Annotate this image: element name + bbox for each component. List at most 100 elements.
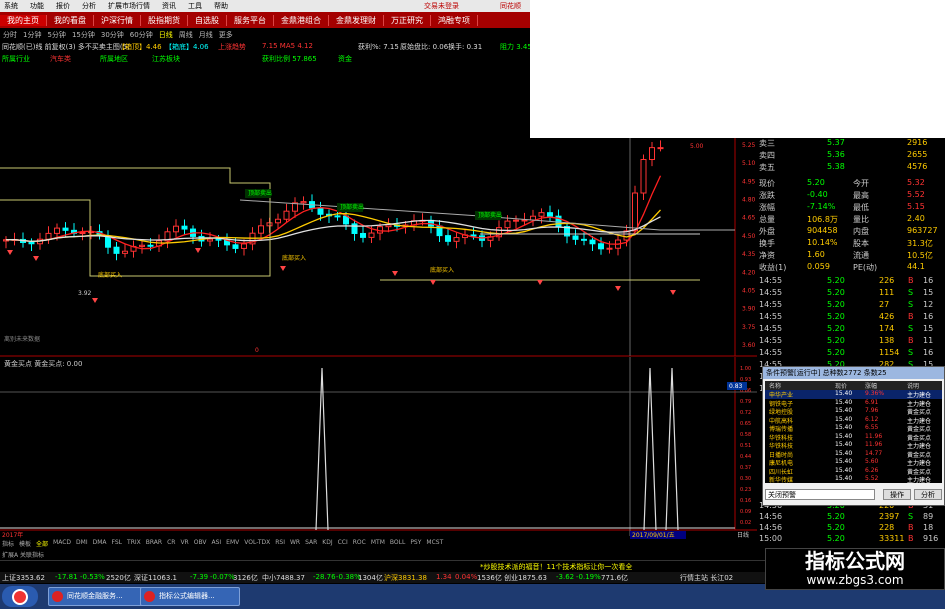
nav-tab-9[interactable]: 鸿融专项 — [431, 14, 478, 26]
y-tick-label: 4.35 — [742, 251, 756, 258]
nav-tab-5[interactable]: 服务平台 — [227, 14, 274, 26]
indicator-tab-22[interactable]: BOLL — [390, 539, 405, 550]
sz-index[interactable]: 深证11063.1 — [134, 573, 177, 583]
indicator-tab-9[interactable]: CR — [167, 539, 175, 550]
indicator-tab-20[interactable]: ROC — [353, 539, 366, 550]
login-status[interactable]: 交易未登录 — [424, 1, 459, 11]
indicator-tab-8[interactable]: BRAR — [146, 539, 162, 550]
period-tab-7[interactable]: 周线 — [179, 30, 193, 41]
indicator-tab-4[interactable]: DMI — [76, 539, 88, 550]
gold-buy-indicator-chart: 黄金买点 黄金买点: 0.001.000.930.860.790.720.650… — [0, 357, 757, 539]
tick-side: S — [908, 288, 914, 297]
sub-y-tick: 0.02 — [740, 520, 751, 526]
candle-body — [62, 227, 69, 231]
indicator-tab-7[interactable]: TRIX — [127, 539, 141, 550]
tick-time: 14:55 — [759, 288, 783, 297]
operate-button[interactable]: 操作 — [883, 489, 911, 500]
alert-row[interactable]: 新华传媒 15.40 5.52 主力建仓 — [765, 475, 942, 484]
cy-change: -3.62 — [556, 573, 575, 581]
menu-item-2[interactable]: 报价 — [56, 1, 70, 11]
candle-body — [547, 212, 553, 217]
candle-body — [649, 147, 655, 161]
sub-tab-bar[interactable]: 扩展A 关联指标 — [0, 550, 757, 559]
ticker-message[interactable]: *炒股技术派的福音！11个技术指标让你一次看全 — [480, 562, 632, 572]
sub-y-tick: 0.79 — [740, 399, 751, 405]
nav-tab-2[interactable]: 沪深行情 — [94, 14, 141, 26]
nav-tab-1[interactable]: 我的看盘 — [47, 14, 94, 26]
period-tab-6[interactable]: 日线 — [159, 30, 173, 41]
indicator-tab-13[interactable]: EMV — [226, 539, 239, 550]
nav-tab-3[interactable]: 股指期货 — [141, 14, 188, 26]
indicator-tab-17[interactable]: SAR — [305, 539, 317, 550]
menu-item-1[interactable]: 功能 — [30, 1, 44, 11]
taskbar-item-1[interactable]: 指标公式编辑器... — [140, 587, 240, 606]
indicator-tab-12[interactable]: ASI — [211, 539, 221, 550]
nav-tab-0[interactable]: 我的主页 — [0, 14, 47, 26]
candle-body — [606, 247, 613, 250]
taskbar-item-0[interactable]: 同花顺金融服务... — [48, 587, 153, 606]
menu-item-0[interactable]: 系统 — [4, 1, 18, 11]
indicator-tab-2[interactable]: 全部 — [36, 539, 48, 550]
indicator-tab-5[interactable]: DMA — [93, 539, 107, 550]
indicator-tab-23[interactable]: PSY — [410, 539, 421, 550]
tick-price: 5.20 — [827, 288, 845, 297]
indicator-tab-1[interactable]: 模板 — [19, 539, 31, 550]
indicator-tab-16[interactable]: WR — [290, 539, 300, 550]
period-tab-2[interactable]: 5分钟 — [47, 30, 65, 41]
indicator-tab-6[interactable]: FSL — [112, 539, 123, 550]
cy-index[interactable]: 创业1875.63 — [504, 573, 547, 583]
stat-label: 最低 — [853, 203, 869, 212]
indicator-tab-18[interactable]: KDJ — [322, 539, 332, 550]
alert-header-cell: 名称 — [769, 383, 782, 390]
period-tab-9[interactable]: 更多 — [219, 30, 233, 41]
alert-window-title: 条件预警[运行中] 总种数2772 条数25 — [763, 367, 944, 379]
candle-body — [45, 232, 52, 240]
alert-input[interactable]: 关闭预警 — [765, 489, 875, 500]
tick-row: 14:55 5.20 138 B 11 — [757, 336, 945, 348]
candle-body — [207, 238, 213, 242]
hs-index[interactable]: 沪深3831.38 — [384, 573, 427, 583]
indicator-tab-3[interactable]: MACD — [53, 539, 71, 550]
nav-tab-4[interactable]: 自选股 — [188, 14, 227, 26]
zx-index[interactable]: 中小7488.37 — [262, 573, 305, 583]
period-tab-0[interactable]: 分时 — [3, 30, 17, 41]
indicator-tab-15[interactable]: RSI — [275, 539, 285, 550]
menu-item-4[interactable]: 扩展市场行情 — [108, 1, 150, 11]
condition-alert-window[interactable]: 条件预警[运行中] 总种数2772 条数25 名称 现价 涨幅 说明 申华产业 15.40… — [762, 366, 945, 506]
indicator-tab-19[interactable]: CCI — [338, 539, 348, 550]
alert-list[interactable]: 名称 现价 涨幅 说明 申华产业 15.40 9.36% 主力建仓 钢铁电子 15.40 6.91 主… — [765, 381, 942, 484]
nav-tab-8[interactable]: 万正研究 — [384, 14, 431, 26]
server-station[interactable]: 行情主站 长江02 — [680, 573, 733, 583]
user-name[interactable]: 同花顺 — [500, 1, 521, 11]
start-button[interactable] — [2, 586, 38, 607]
menu-item-3[interactable]: 分析 — [82, 1, 96, 11]
menu-item-7[interactable]: 帮助 — [214, 1, 228, 11]
candle-body — [283, 210, 290, 220]
menu-item-5[interactable]: 资讯 — [162, 1, 176, 11]
candle-body — [445, 235, 451, 242]
indicator-tab-21[interactable]: MTM — [371, 539, 385, 550]
indicator-tab-10[interactable]: VR — [180, 539, 188, 550]
menu-item-6[interactable]: 工具 — [188, 1, 202, 11]
nav-tab-7[interactable]: 金鼎发理财 — [329, 14, 384, 26]
nav-tab-6[interactable]: 金鼎港组合 — [274, 14, 329, 26]
period-tab-1[interactable]: 1分钟 — [23, 30, 41, 41]
indicator-tab-11[interactable]: OBV — [194, 539, 207, 550]
indicator-tab-14[interactable]: VOL-TDX — [244, 539, 270, 550]
indicator-tab-0[interactable]: 指标 — [2, 539, 14, 550]
tick-time: 14:55 — [759, 324, 783, 333]
indicator-tab-24[interactable]: MCST — [426, 539, 443, 550]
quote-stat-row: 现价 5.20 今开 5.32 — [757, 178, 945, 190]
buy-signal-label: 底部买入 — [430, 266, 454, 274]
sh-index[interactable]: 上证3353.62 — [2, 573, 45, 583]
cy-amount: 771.6亿 — [601, 574, 629, 582]
period-tab-5[interactable]: 60分钟 — [130, 30, 153, 41]
cy-percent: -0.19% — [576, 573, 601, 581]
period-tab-4[interactable]: 30分钟 — [101, 30, 124, 41]
trend-label: 上涨趋势 — [218, 43, 246, 51]
analyze-button[interactable]: 分析 — [914, 489, 942, 500]
period-tab-8[interactable]: 月线 — [199, 30, 213, 41]
sub-y-tick: 1.00 — [740, 366, 751, 372]
period-tab-3[interactable]: 15分钟 — [72, 30, 95, 41]
candle-body — [79, 232, 86, 235]
